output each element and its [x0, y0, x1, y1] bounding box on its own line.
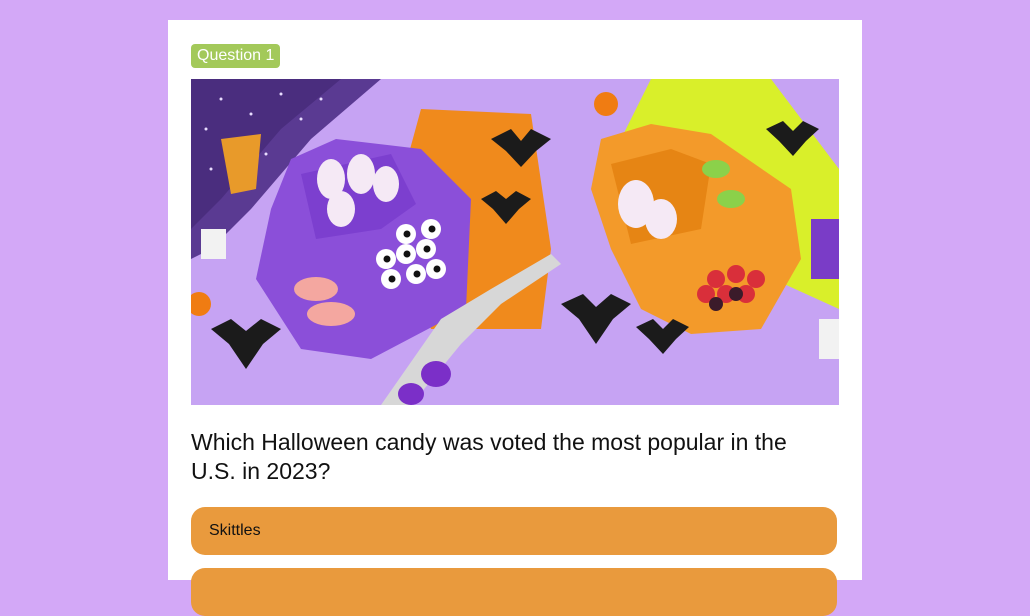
question-card: Question 1 Which Halloween candy was vot… — [168, 20, 862, 616]
answer-option-2[interactable] — [191, 568, 837, 616]
question-number-badge: Question 1 — [191, 44, 281, 68]
question-image — [191, 79, 839, 405]
halloween-candy-illustration — [191, 79, 839, 405]
question-text: Which Halloween candy was voted the most… — [191, 429, 787, 484]
answer-label: Skittles — [209, 522, 261, 539]
answer-option-skittles[interactable]: Skittles — [191, 507, 837, 555]
